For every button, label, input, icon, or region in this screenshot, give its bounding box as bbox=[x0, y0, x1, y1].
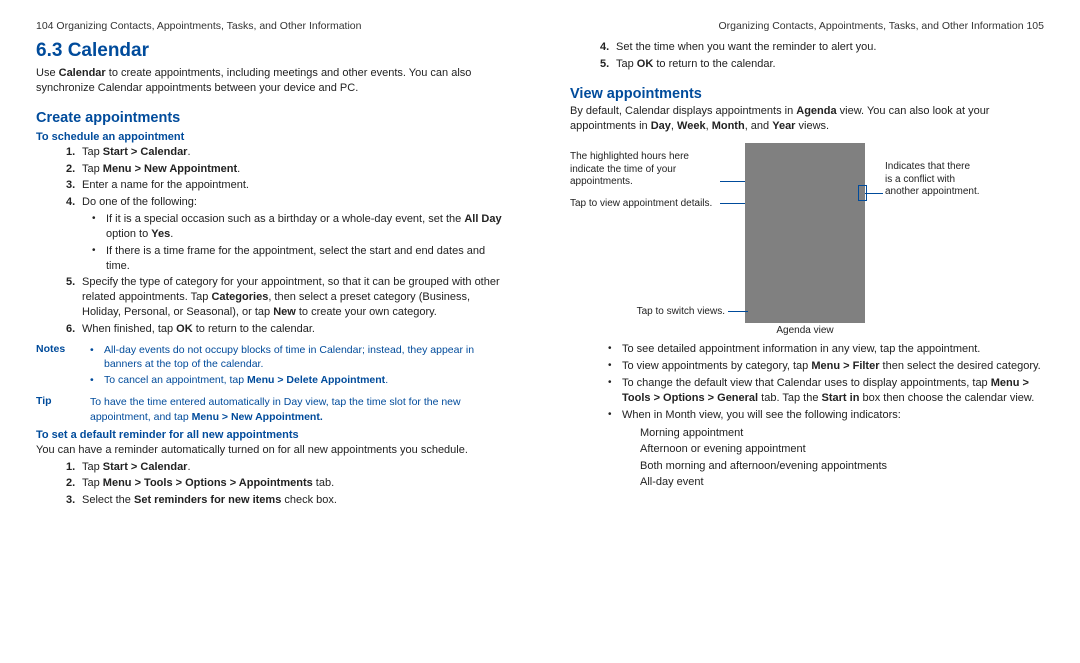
notes-label: Notes bbox=[36, 343, 90, 390]
reminder-intro: You can have a reminder automatically tu… bbox=[36, 443, 510, 458]
indicator-both: Both morning and afternoon/evening appoi… bbox=[640, 458, 1044, 475]
r-step-2: Tap Menu > Tools > Options > Appointment… bbox=[36, 476, 510, 491]
indicator-afternoon: Afternoon or evening appointment bbox=[640, 441, 1044, 458]
step-1: Tap Start > Calendar. bbox=[36, 145, 510, 160]
callout-line bbox=[720, 181, 745, 182]
step-2: Tap Menu > New Appointment. bbox=[36, 162, 510, 177]
callout-tap-details: Tap to view appointment details. bbox=[570, 198, 720, 211]
view-intro: By default, Calendar displays appointmen… bbox=[570, 104, 1044, 134]
view-b1: To see detailed appointment information … bbox=[570, 342, 1044, 357]
page-105: Organizing Contacts, Appointments, Tasks… bbox=[540, 0, 1080, 663]
indicator-morning: Morning appointment bbox=[640, 425, 1044, 442]
step-5: Specify the type of category for your ap… bbox=[36, 275, 510, 320]
schedule-steps: Tap Start > Calendar. Tap Menu > New App… bbox=[36, 145, 510, 210]
view-bullets: To see detailed appointment information … bbox=[570, 342, 1044, 422]
header-left: 104 Organizing Contacts, Appointments, T… bbox=[36, 20, 510, 32]
note-2: To cancel an appointment, tap Menu > Del… bbox=[90, 373, 510, 387]
section-title: 6.3 Calendar bbox=[36, 40, 510, 62]
reminder-steps: Tap Start > Calendar. Tap Menu > Tools >… bbox=[36, 460, 510, 509]
month-indicators: Morning appointment Afternoon or evening… bbox=[640, 425, 1044, 491]
indicator-allday: All-day event bbox=[640, 474, 1044, 491]
step-3: Enter a name for the appointment. bbox=[36, 178, 510, 193]
header-right: Organizing Contacts, Appointments, Tasks… bbox=[570, 20, 1044, 32]
step-6: When finished, tap OK to return to the c… bbox=[36, 322, 510, 337]
step-4-bullets: If it is a special occasion such as a bi… bbox=[36, 212, 510, 273]
tip-label: Tip bbox=[36, 395, 90, 423]
view-b2: To view appointments by category, tap Me… bbox=[570, 359, 1044, 374]
callout-line bbox=[865, 193, 883, 194]
c-step-4: Set the time when you want the reminder … bbox=[570, 40, 1044, 55]
create-appointments-heading: Create appointments bbox=[36, 110, 510, 126]
continued-steps: Set the time when you want the reminder … bbox=[570, 40, 1044, 72]
schedule-heading: To schedule an appointment bbox=[36, 131, 510, 143]
callout-line bbox=[720, 203, 745, 204]
schedule-steps-cont: Specify the type of category for your ap… bbox=[36, 275, 510, 336]
screenshot-placeholder bbox=[745, 143, 865, 323]
callout-box bbox=[858, 185, 867, 201]
agenda-view-diagram: The highlighted hours here indicate the … bbox=[570, 143, 1044, 338]
notes-block: Notes All-day events do not occupy block… bbox=[36, 343, 510, 390]
r-step-3: Select the Set reminders for new items c… bbox=[36, 493, 510, 508]
tip-block: Tip To have the time entered automatical… bbox=[36, 395, 510, 423]
note-1: All-day events do not occupy blocks of t… bbox=[90, 343, 510, 371]
view-b4: When in Month view, you will see the fol… bbox=[570, 408, 1044, 423]
reminder-heading: To set a default reminder for all new ap… bbox=[36, 429, 510, 441]
page-104: 104 Organizing Contacts, Appointments, T… bbox=[0, 0, 540, 663]
step-4: Do one of the following: bbox=[36, 195, 510, 210]
view-b3: To change the default view that Calendar… bbox=[570, 376, 1044, 406]
c-step-5: Tap OK to return to the calendar. bbox=[570, 57, 1044, 72]
intro-paragraph: Use Calendar to create appointments, inc… bbox=[36, 66, 510, 96]
notes-list: All-day events do not occupy blocks of t… bbox=[90, 343, 510, 390]
callout-line bbox=[728, 311, 748, 312]
callout-conflict: Indicates that there is a conflict with … bbox=[885, 161, 980, 199]
view-appointments-heading: View appointments bbox=[570, 86, 1044, 102]
step-4b: If there is a time frame for the appoint… bbox=[36, 244, 510, 274]
step-4a: If it is a special occasion such as a bi… bbox=[36, 212, 510, 242]
callout-highlighted-hours: The highlighted hours here indicate the … bbox=[570, 151, 720, 189]
diagram-caption: Agenda view bbox=[745, 325, 865, 336]
callout-switch-views: Tap to switch views. bbox=[620, 306, 725, 319]
tip-body: To have the time entered automatically i… bbox=[90, 395, 510, 423]
r-step-1: Tap Start > Calendar. bbox=[36, 460, 510, 475]
